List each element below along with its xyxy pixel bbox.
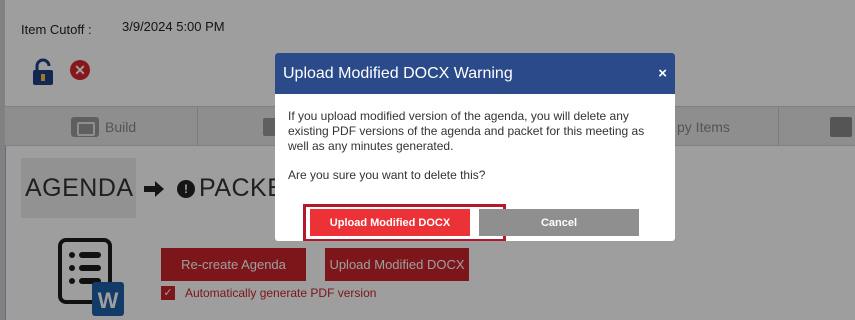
cancel-button[interactable]: Cancel	[479, 209, 639, 236]
modal-title: Upload Modified DOCX Warning	[283, 64, 513, 82]
modal-header: Upload Modified DOCX Warning ×	[275, 53, 675, 94]
confirm-upload-button[interactable]: Upload Modified DOCX	[310, 209, 470, 236]
warning-modal: Upload Modified DOCX Warning × If you up…	[275, 53, 675, 241]
modal-body: If you upload modified version of the ag…	[275, 94, 675, 183]
modal-footer: Upload Modified DOCX Cancel	[275, 209, 675, 236]
modal-message: If you upload modified version of the ag…	[288, 109, 645, 153]
modal-question: Are you sure you want to delete this?	[288, 168, 486, 182]
close-icon[interactable]: ×	[658, 65, 667, 82]
